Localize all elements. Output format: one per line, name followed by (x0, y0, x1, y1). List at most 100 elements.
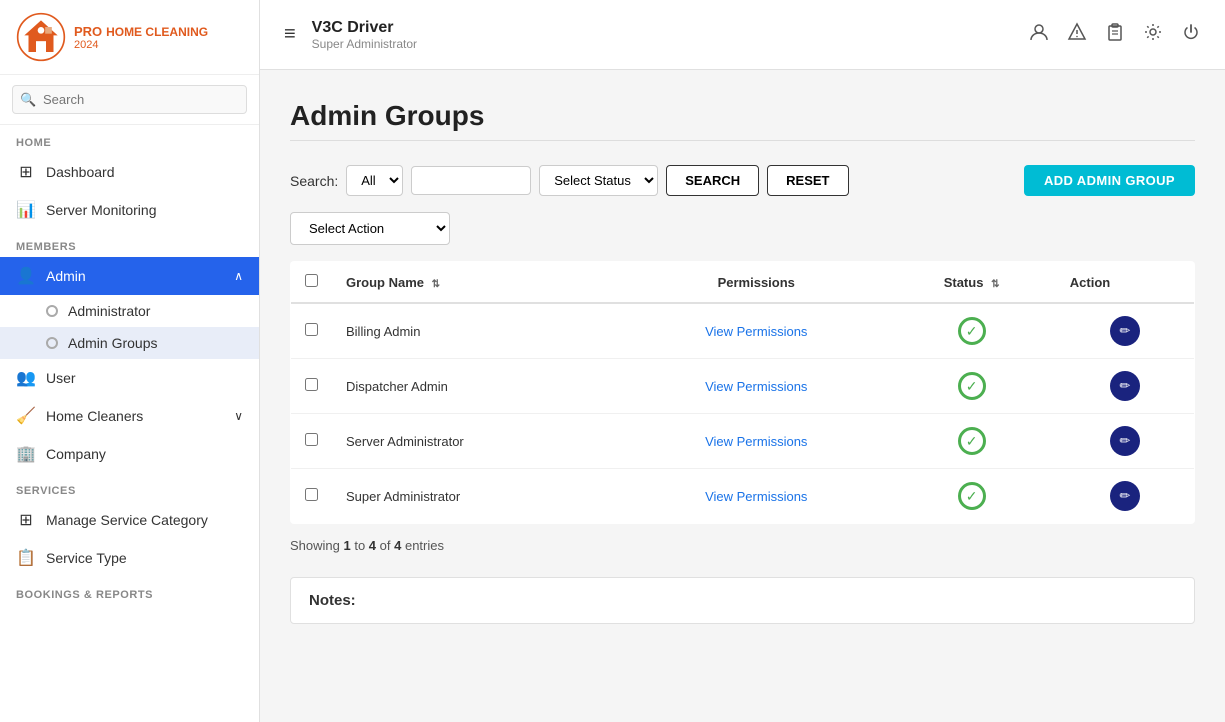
sidebar-item-label: Server Monitoring (46, 202, 243, 218)
page-title: Admin Groups (290, 100, 1195, 132)
edit-button[interactable]: ✏ (1110, 426, 1140, 456)
section-label-home: HOME (0, 125, 259, 153)
edit-button[interactable]: ✏ (1110, 371, 1140, 401)
table-row: Super Administrator View Permissions ✓ ✏ (291, 469, 1195, 524)
sidebar-item-dashboard[interactable]: ⊞ Dashboard (0, 153, 259, 191)
admin-groups-table: Group Name ⇅ Permissions Status ⇅ Action… (290, 261, 1195, 524)
header-subtitle: Super Administrator (312, 37, 417, 51)
sidebar-item-server-monitoring[interactable]: 📊 Server Monitoring (0, 191, 259, 229)
sidebar-search-area: 🔍 (0, 75, 259, 125)
table-header-row: Group Name ⇅ Permissions Status ⇅ Action (291, 262, 1195, 304)
notes-section: Notes: (290, 577, 1195, 624)
title-divider (290, 140, 1195, 141)
col-action: Action (1056, 262, 1195, 304)
section-label-services: SERVICES (0, 473, 259, 501)
sidebar: PRO HOME CLEANING 2024 🔍 HOME ⊞ Dashboar… (0, 0, 260, 722)
table-row: Server Administrator View Permissions ✓ … (291, 414, 1195, 469)
reset-button[interactable]: RESET (767, 165, 848, 196)
table-row: Billing Admin View Permissions ✓ ✏ (291, 303, 1195, 359)
chevron-up-icon: ∧ (234, 269, 243, 283)
top-header: ≡ V3C Driver Super Administrator (260, 0, 1225, 70)
user-icon[interactable] (1029, 22, 1049, 47)
view-permissions-link[interactable]: View Permissions (705, 379, 807, 394)
search-input[interactable] (12, 85, 247, 114)
row-checkbox-input[interactable] (305, 378, 318, 391)
row-action: ✏ (1056, 359, 1195, 414)
add-admin-group-button[interactable]: ADD ADMIN GROUP (1024, 165, 1195, 196)
dashboard-icon: ⊞ (16, 162, 36, 182)
sort-icon: ⇅ (432, 279, 440, 290)
view-permissions-link[interactable]: View Permissions (705, 434, 807, 449)
sidebar-item-administrator[interactable]: Administrator (0, 295, 259, 327)
row-checkbox-input[interactable] (305, 323, 318, 336)
search-bar-row: Search: All Select Status Active Inactiv… (290, 165, 1195, 196)
view-permissions-link[interactable]: View Permissions (705, 489, 807, 504)
action-row: Select Action Delete Selected (290, 212, 1195, 245)
sidebar-item-user[interactable]: 👥 User (0, 359, 259, 397)
check-circle-icon: ✓ (958, 317, 986, 345)
row-checkbox (291, 359, 333, 414)
row-status: ✓ (887, 359, 1055, 414)
edit-button[interactable]: ✏ (1110, 316, 1140, 346)
header-left: ≡ V3C Driver Super Administrator (284, 19, 417, 51)
select-all-checkbox[interactable] (305, 274, 318, 287)
grid-icon: ⊞ (16, 510, 36, 530)
sidebar-item-label: User (46, 370, 243, 386)
table-row: Dispatcher Admin View Permissions ✓ ✏ (291, 359, 1195, 414)
col-permissions: Permissions (625, 262, 887, 304)
action-select[interactable]: Select Action Delete Selected (290, 212, 450, 245)
alert-icon[interactable] (1067, 22, 1087, 47)
search-text-input[interactable] (411, 166, 531, 195)
chevron-down-icon: ∨ (234, 409, 243, 423)
row-checkbox (291, 469, 333, 524)
row-permissions: View Permissions (625, 414, 887, 469)
sidebar-item-label: Admin (46, 268, 234, 284)
gear-icon[interactable] (1143, 22, 1163, 47)
edit-button[interactable]: ✏ (1110, 481, 1140, 511)
check-circle-icon: ✓ (958, 427, 986, 455)
sidebar-item-service-type[interactable]: 📋 Service Type (0, 539, 259, 577)
hamburger-icon[interactable]: ≡ (284, 23, 296, 46)
sub-item-label: Administrator (68, 303, 150, 319)
row-checkbox-input[interactable] (305, 433, 318, 446)
list-icon: 📋 (16, 548, 36, 568)
row-group-name: Server Administrator (332, 414, 625, 469)
row-action: ✏ (1056, 303, 1195, 359)
view-permissions-link[interactable]: View Permissions (705, 324, 807, 339)
check-circle-icon: ✓ (958, 482, 986, 510)
sidebar-item-manage-service-category[interactable]: ⊞ Manage Service Category (0, 501, 259, 539)
sidebar-item-company[interactable]: 🏢 Company (0, 435, 259, 473)
sidebar-item-label: Home Cleaners (46, 408, 234, 424)
showing-from: 1 (343, 538, 350, 553)
sidebar-item-label: Manage Service Category (46, 512, 243, 528)
sidebar-item-admin[interactable]: 👤 Admin ∧ (0, 257, 259, 295)
search-icon: 🔍 (20, 92, 36, 108)
col-checkbox (291, 262, 333, 304)
power-icon[interactable] (1181, 22, 1201, 47)
users-icon: 👥 (16, 368, 36, 388)
status-badge: ✓ (957, 316, 987, 346)
sort-icon: ⇅ (991, 279, 999, 290)
sidebar-item-label: Company (46, 446, 243, 462)
check-circle-icon: ✓ (958, 372, 986, 400)
sidebar-item-home-cleaners[interactable]: 🧹 Home Cleaners ∨ (0, 397, 259, 435)
sidebar-item-admin-groups[interactable]: Admin Groups (0, 327, 259, 359)
search-button[interactable]: SEARCH (666, 165, 759, 196)
status-select[interactable]: Select Status Active Inactive (539, 165, 658, 196)
row-group-name: Super Administrator (332, 469, 625, 524)
bar-chart-icon: 📊 (16, 200, 36, 220)
row-group-name: Billing Admin (332, 303, 625, 359)
status-badge: ✓ (957, 426, 987, 456)
row-status: ✓ (887, 469, 1055, 524)
status-badge: ✓ (957, 481, 987, 511)
header-title: V3C Driver (312, 19, 417, 37)
circle-icon (46, 305, 58, 317)
logo-text: PRO HOME CLEANING (74, 23, 208, 39)
sidebar-item-label: Dashboard (46, 164, 243, 180)
clipboard-icon[interactable] (1105, 22, 1125, 47)
row-permissions: View Permissions (625, 303, 887, 359)
row-checkbox-input[interactable] (305, 488, 318, 501)
status-badge: ✓ (957, 371, 987, 401)
cleaner-icon: 🧹 (16, 406, 36, 426)
filter-select[interactable]: All (346, 165, 403, 196)
